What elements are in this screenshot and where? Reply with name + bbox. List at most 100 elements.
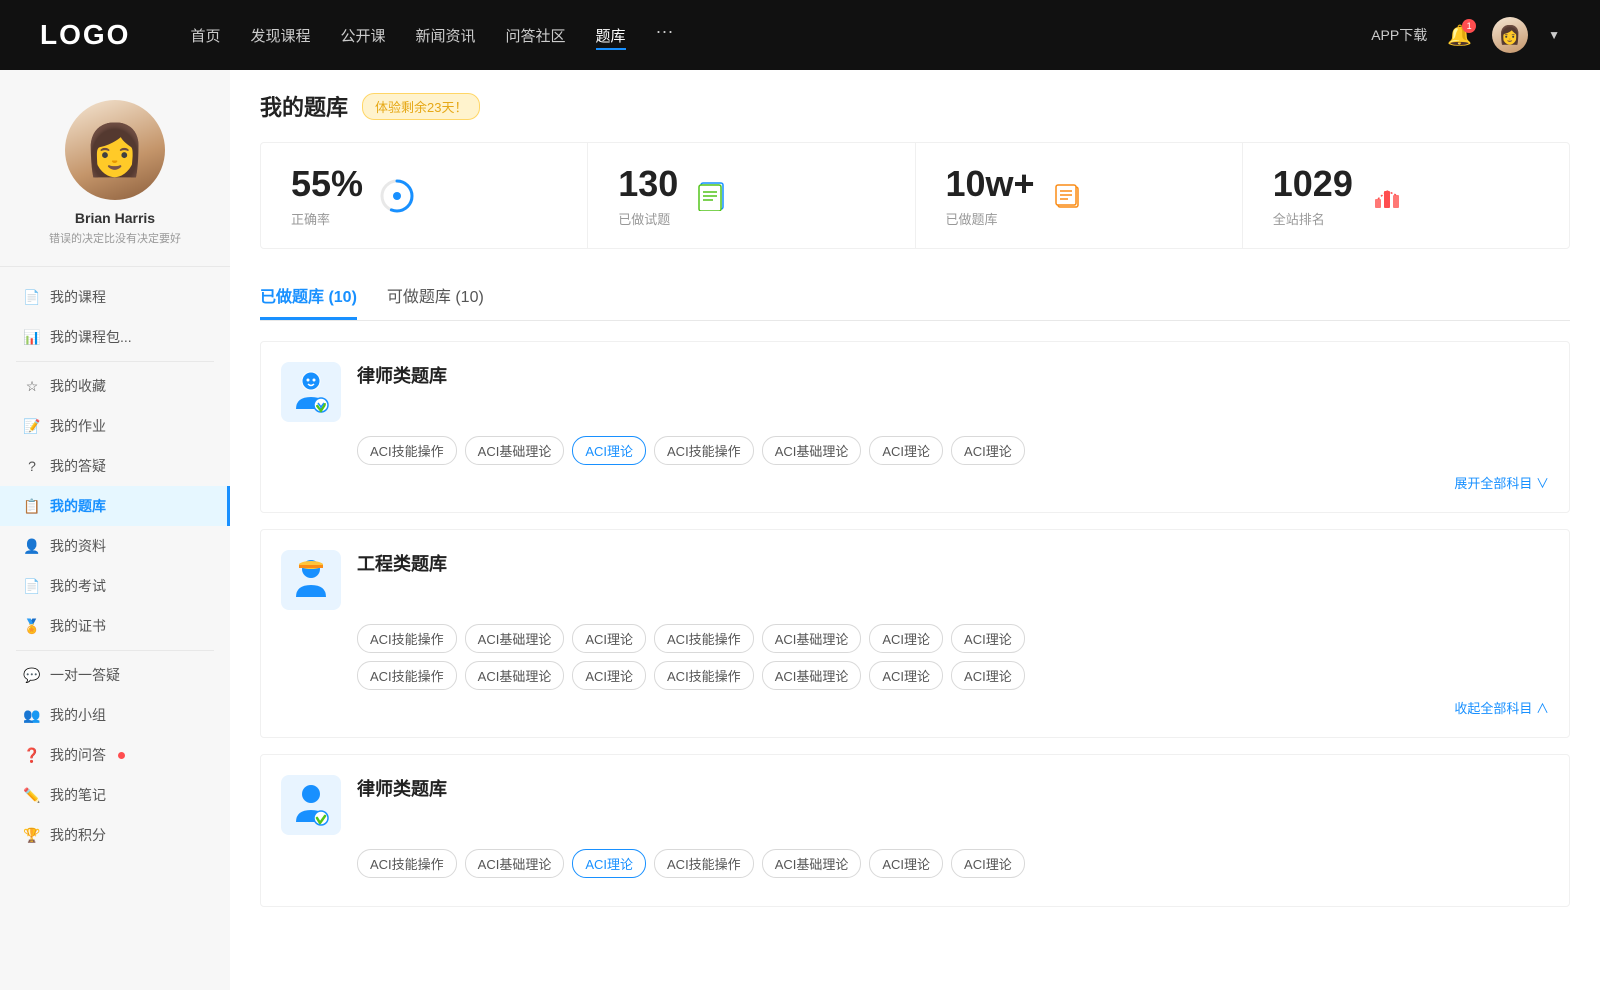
tab-available-banks[interactable]: 可做题库 (10) <box>387 273 484 320</box>
sidebar-label-exam: 我的考试 <box>50 576 106 596</box>
tag-1-4[interactable]: ACI基础理论 <box>762 436 862 465</box>
tag-2-2[interactable]: ACI理论 <box>572 624 646 653</box>
tags-row-2: ACI技能操作 ACI基础理论 ACI理论 ACI技能操作 ACI基础理论 AC… <box>357 624 1549 653</box>
nav-home[interactable]: 首页 <box>190 21 220 50</box>
sidebar-item-notes[interactable]: ✏️ 我的笔记 <box>0 775 230 815</box>
qbank-card-lawyer-1: 律师类题库 ACI技能操作 ACI基础理论 ACI理论 ACI技能操作 ACI基… <box>260 341 1570 513</box>
sidebar-item-certificate[interactable]: 🏅 我的证书 <box>0 606 230 646</box>
tag-2b-5[interactable]: ACI理论 <box>869 661 943 690</box>
notification-bell[interactable]: 🔔 1 <box>1447 23 1472 48</box>
tag-3-6[interactable]: ACI理论 <box>951 849 1025 878</box>
questions-icon: ❓ <box>24 747 40 763</box>
user-avatar[interactable]: 👩 <box>1492 17 1528 53</box>
avatar-image: 👩 <box>1492 17 1528 53</box>
stacked-docs-svg <box>1054 181 1084 211</box>
tag-3-3[interactable]: ACI技能操作 <box>654 849 754 878</box>
qbank-title-3: 律师类题库 <box>357 775 447 801</box>
accuracy-icon <box>379 178 415 214</box>
question-bank-icon: 📋 <box>24 498 40 514</box>
content-header: 我的题库 体验剩余23天！ <box>260 90 1570 122</box>
nav-discover[interactable]: 发现课程 <box>250 21 310 50</box>
tag-3-0[interactable]: ACI技能操作 <box>357 849 457 878</box>
sidebar-item-group[interactable]: 👥 我的小组 <box>0 695 230 735</box>
sidebar-label-profile: 我的资料 <box>50 536 106 556</box>
sidebar-item-points[interactable]: 🏆 我的积分 <box>0 815 230 855</box>
sidebar-profile: 👩 Brian Harris 错误的决定比没有决定要好 <box>0 90 230 267</box>
tag-3-2[interactable]: ACI理论 <box>572 849 646 878</box>
expand-link-1[interactable]: 展开全部科目 ∨ <box>281 473 1549 492</box>
tag-3-1[interactable]: ACI基础理论 <box>465 849 565 878</box>
profile-name: Brian Harris <box>75 210 155 226</box>
tag-2-5[interactable]: ACI理论 <box>869 624 943 653</box>
sidebar-divider-2 <box>16 650 214 651</box>
tag-1-5[interactable]: ACI理论 <box>869 436 943 465</box>
stat-ranking-value: 1029 <box>1273 163 1353 205</box>
main-content: 我的题库 体验剩余23天！ 55% 正确率 <box>230 70 1600 990</box>
stat-done-questions: 130 已做试题 <box>588 143 915 248</box>
tag-3-5[interactable]: ACI理论 <box>869 849 943 878</box>
sidebar-label-points: 我的积分 <box>50 825 106 845</box>
tag-2b-0[interactable]: ACI技能操作 <box>357 661 457 690</box>
tag-1-6[interactable]: ACI理论 <box>951 436 1025 465</box>
logo: LOGO <box>40 19 130 51</box>
sidebar-item-profile[interactable]: 👤 我的资料 <box>0 526 230 566</box>
sidebar-item-questions[interactable]: ❓ 我的问答 <box>0 735 230 775</box>
sidebar-item-tutor[interactable]: 💬 一对一答疑 <box>0 655 230 695</box>
stat-done-questions-value: 130 <box>618 163 678 205</box>
sidebar-item-courses[interactable]: 📄 我的课程 <box>0 277 230 317</box>
profile-icon: 👤 <box>24 538 40 554</box>
questions-badge <box>118 752 125 759</box>
bar-chart-svg <box>1372 181 1402 211</box>
tag-2-1[interactable]: ACI基础理论 <box>465 624 565 653</box>
app-download-link[interactable]: APP下载 <box>1371 25 1427 45</box>
group-icon: 👥 <box>24 707 40 723</box>
tag-2b-6[interactable]: ACI理论 <box>951 661 1025 690</box>
nav-links: 首页 发现课程 公开课 新闻资讯 问答社区 题库 ··· <box>190 21 1371 50</box>
tag-1-3[interactable]: ACI技能操作 <box>654 436 754 465</box>
sidebar-label-course-package: 我的课程包... <box>50 327 132 347</box>
nav-qa[interactable]: 问答社区 <box>506 21 566 50</box>
sidebar-item-course-package[interactable]: 📊 我的课程包... <box>0 317 230 357</box>
doc-lines-svg <box>697 181 727 211</box>
ranking-icon <box>1369 178 1405 214</box>
tab-done-banks[interactable]: 已做题库 (10) <box>260 273 357 320</box>
stat-ranking: 1029 全站排名 <box>1243 143 1569 248</box>
tag-2b-2[interactable]: ACI理论 <box>572 661 646 690</box>
tag-2-6[interactable]: ACI理论 <box>951 624 1025 653</box>
tag-1-0[interactable]: ACI技能操作 <box>357 436 457 465</box>
done-banks-icon <box>1051 178 1087 214</box>
avatar-dropdown-icon[interactable]: ▼ <box>1548 28 1560 42</box>
sidebar-label-group: 我的小组 <box>50 705 106 725</box>
profile-motto: 错误的决定比没有决定要好 <box>49 230 181 246</box>
nav-question-bank[interactable]: 题库 <box>596 21 626 50</box>
tag-3-4[interactable]: ACI基础理论 <box>762 849 862 878</box>
sidebar: 👩 Brian Harris 错误的决定比没有决定要好 📄 我的课程 📊 我的课… <box>0 70 230 990</box>
sidebar-item-question-bank[interactable]: 📋 我的题库 <box>0 486 230 526</box>
tutor-icon: 💬 <box>24 667 40 683</box>
collapse-link-2[interactable]: 收起全部科目 ∧ <box>281 698 1549 717</box>
sidebar-label-questions: 我的问答 <box>50 745 106 765</box>
tag-2b-3[interactable]: ACI技能操作 <box>654 661 754 690</box>
tag-2-4[interactable]: ACI基础理论 <box>762 624 862 653</box>
tag-2b-1[interactable]: ACI基础理论 <box>465 661 565 690</box>
qbank-header-1: 律师类题库 <box>281 362 1549 422</box>
sidebar-item-exam[interactable]: 📄 我的考试 <box>0 566 230 606</box>
tag-2b-4[interactable]: ACI基础理论 <box>762 661 862 690</box>
stat-done-questions-label: 已做试题 <box>618 209 678 228</box>
stat-ranking-label: 全站排名 <box>1273 209 1353 228</box>
tag-2-3[interactable]: ACI技能操作 <box>654 624 754 653</box>
sidebar-label-certificate: 我的证书 <box>50 616 106 636</box>
nav-open-course[interactable]: 公开课 <box>340 21 385 50</box>
lawyer-svg-2 <box>286 780 336 830</box>
sidebar-item-favorites[interactable]: ☆ 我的收藏 <box>0 366 230 406</box>
sidebar-item-homework[interactable]: 📝 我的作业 <box>0 406 230 446</box>
navigation: LOGO 首页 发现课程 公开课 新闻资讯 问答社区 题库 ··· APP下载 … <box>0 0 1600 70</box>
tag-1-2[interactable]: ACI理论 <box>572 436 646 465</box>
nav-news[interactable]: 新闻资讯 <box>416 21 476 50</box>
nav-more-icon[interactable]: ··· <box>656 21 674 50</box>
sidebar-item-qa[interactable]: ? 我的答疑 <box>0 446 230 486</box>
tag-1-1[interactable]: ACI基础理论 <box>465 436 565 465</box>
stat-accuracy-value: 55% <box>291 163 363 205</box>
stat-done-banks-label: 已做题库 <box>946 209 1035 228</box>
tag-2-0[interactable]: ACI技能操作 <box>357 624 457 653</box>
